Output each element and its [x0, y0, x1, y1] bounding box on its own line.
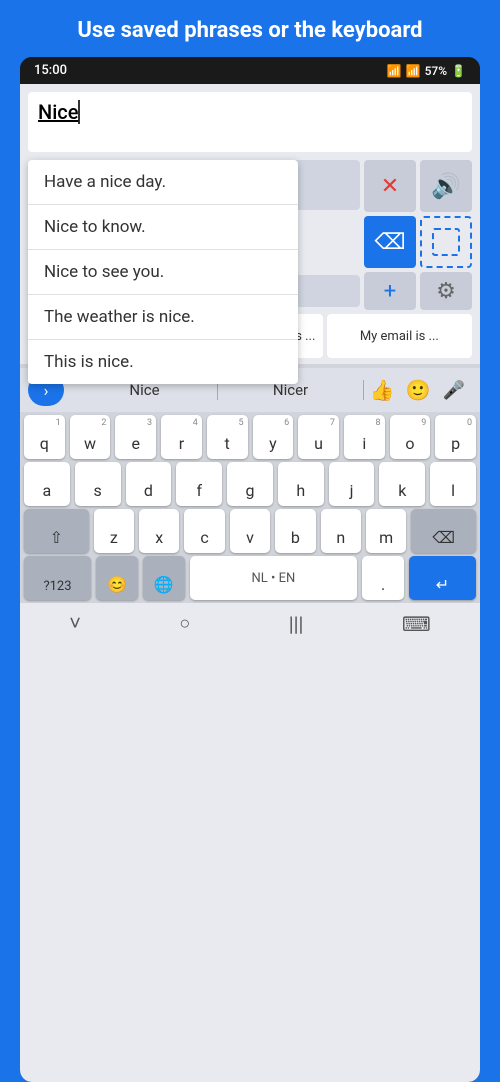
nav-keyboard-button[interactable]: ⌨	[402, 612, 431, 636]
autocomplete-item[interactable]: Nice to know.	[28, 205, 298, 250]
backspace-button[interactable]: ⌫	[364, 216, 416, 268]
settings-button[interactable]: ⚙	[420, 272, 472, 310]
key-e[interactable]: 3e	[115, 415, 156, 459]
number-symbols-key[interactable]: ?123	[24, 556, 91, 600]
key-o[interactable]: 9o	[390, 415, 431, 459]
controls-right-buttons: ✕ 🔊 ⌫	[364, 160, 472, 268]
shift-key[interactable]: ⇧	[24, 509, 89, 553]
key-l[interactable]: l	[430, 462, 476, 506]
nav-bar: ˅ ○ ||| ⌨	[20, 603, 480, 646]
keyboard-area: › Nice Nicer 👍 🙂 🎤 1q 2w 3e 4r 5t 6y 7u …	[20, 364, 480, 603]
keyboard-row-3: ⇧ z x c v b n m ⌫	[24, 509, 476, 553]
key-x[interactable]: x	[139, 509, 179, 553]
key-j[interactable]: j	[329, 462, 375, 506]
status-icons: 📶 📶 57% 🔋	[387, 64, 466, 78]
key-n[interactable]: n	[321, 509, 361, 553]
key-c[interactable]: c	[184, 509, 224, 553]
battery-text: 57%	[425, 64, 447, 78]
expand-button[interactable]	[420, 216, 472, 268]
plus-icon: +	[384, 279, 396, 304]
key-t[interactable]: 5t	[207, 415, 248, 459]
nav-back-button[interactable]: ˅	[69, 611, 81, 636]
add-button[interactable]: +	[364, 272, 416, 310]
key-d[interactable]: d	[126, 462, 172, 506]
key-s[interactable]: s	[75, 462, 121, 506]
status-bar: 15:00 📶 📶 57% 🔋	[20, 57, 480, 84]
key-i[interactable]: 8i	[344, 415, 385, 459]
key-u[interactable]: 7u	[298, 415, 339, 459]
speaker-icon: 🔊	[431, 172, 461, 200]
phone-frame: 15:00 📶 📶 57% 🔋 Nice Have a nice day. Ni…	[20, 57, 480, 1082]
close-button[interactable]: ✕	[364, 160, 416, 212]
space-key[interactable]: NL • EN	[190, 556, 357, 600]
status-time: 15:00	[34, 63, 67, 78]
key-q[interactable]: 1q	[24, 415, 65, 459]
emoji-key[interactable]: 😊	[96, 556, 138, 600]
key-k[interactable]: k	[379, 462, 425, 506]
autocomplete-item[interactable]: Have a nice day.	[28, 160, 298, 205]
key-p[interactable]: 0p	[435, 415, 476, 459]
key-y[interactable]: 6y	[253, 415, 294, 459]
autocomplete-item[interactable]: Nice to see you.	[28, 250, 298, 295]
signal-icon: 📶	[406, 64, 421, 78]
key-w[interactable]: 2w	[70, 415, 111, 459]
key-v[interactable]: v	[230, 509, 270, 553]
keyboard-backspace-key[interactable]: ⌫	[411, 509, 476, 553]
key-g[interactable]: g	[227, 462, 273, 506]
wifi-icon: 📶	[387, 64, 402, 78]
keyboard-row-2: a s d f g h j k l	[24, 462, 476, 506]
nav-home-button[interactable]: ○	[179, 613, 190, 634]
gear-icon: ⚙	[436, 279, 456, 304]
speaker-button[interactable]: 🔊	[420, 160, 472, 212]
enter-key[interactable]: ↵	[409, 556, 476, 600]
autocomplete-item[interactable]: This is nice.	[28, 340, 298, 384]
key-h[interactable]: h	[278, 462, 324, 506]
keyboard-row-4: ?123 😊 🌐 NL • EN . ↵	[24, 556, 476, 600]
key-r[interactable]: 4r	[161, 415, 202, 459]
autocomplete-dropdown: Have a nice day. Nice to know. Nice to s…	[28, 160, 298, 384]
period-key[interactable]: .	[362, 556, 404, 600]
key-z[interactable]: z	[94, 509, 134, 553]
battery-icon: 🔋	[451, 64, 466, 78]
app-area: Nice Have a nice day. Nice to know. Nice…	[20, 84, 480, 1082]
nav-recent-button[interactable]: |||	[289, 612, 304, 636]
expand-icon	[432, 228, 460, 256]
key-a[interactable]: a	[24, 462, 70, 506]
microphone-button[interactable]: 🎤	[436, 380, 472, 401]
key-f[interactable]: f	[176, 462, 222, 506]
phrase-email[interactable]: My email is ...	[327, 314, 472, 358]
input-text: Nice	[38, 100, 80, 124]
globe-key[interactable]: 🌐	[143, 556, 185, 600]
backspace-icon: ⌫	[374, 230, 405, 255]
close-icon: ✕	[381, 174, 399, 199]
suggestion-emoji-2[interactable]: 🙂	[400, 378, 436, 402]
key-m[interactable]: m	[366, 509, 406, 553]
autocomplete-item[interactable]: The weather is nice.	[28, 295, 298, 340]
text-input-area[interactable]: Nice	[28, 92, 472, 152]
key-b[interactable]: b	[275, 509, 315, 553]
app-title: Use saved phrases or the keyboard	[0, 0, 500, 57]
suggestion-emoji-1[interactable]: 👍	[364, 378, 400, 402]
keyboard-row-1: 1q 2w 3e 4r 5t 6y 7u 8i 9o 0p	[24, 415, 476, 459]
